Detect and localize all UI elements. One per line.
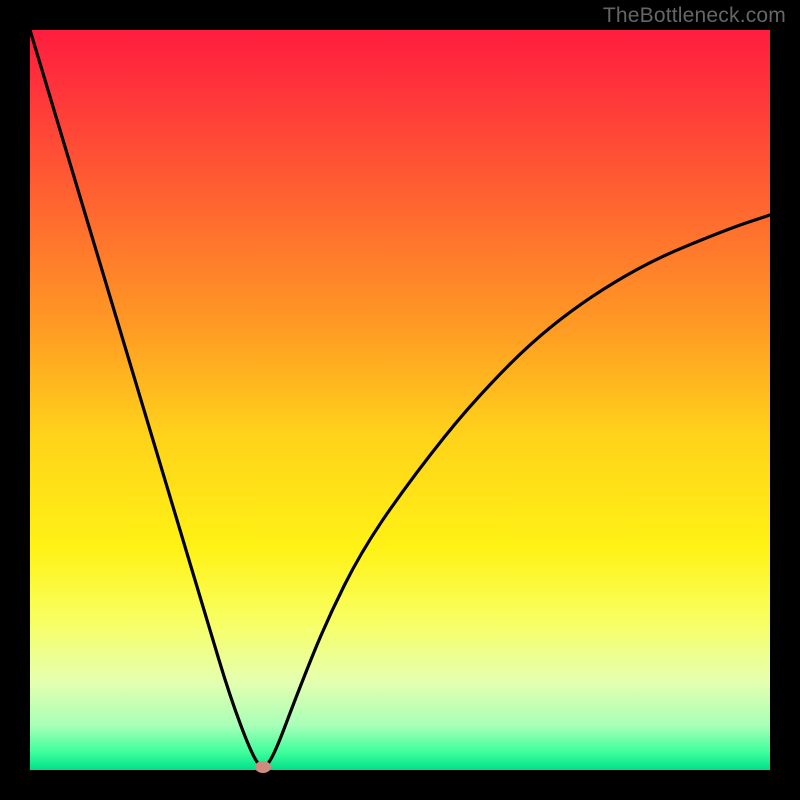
plot-area	[30, 30, 770, 770]
bottleneck-curve	[30, 30, 770, 770]
optimum-marker	[255, 761, 271, 773]
watermark-text: TheBottleneck.com	[603, 4, 786, 28]
